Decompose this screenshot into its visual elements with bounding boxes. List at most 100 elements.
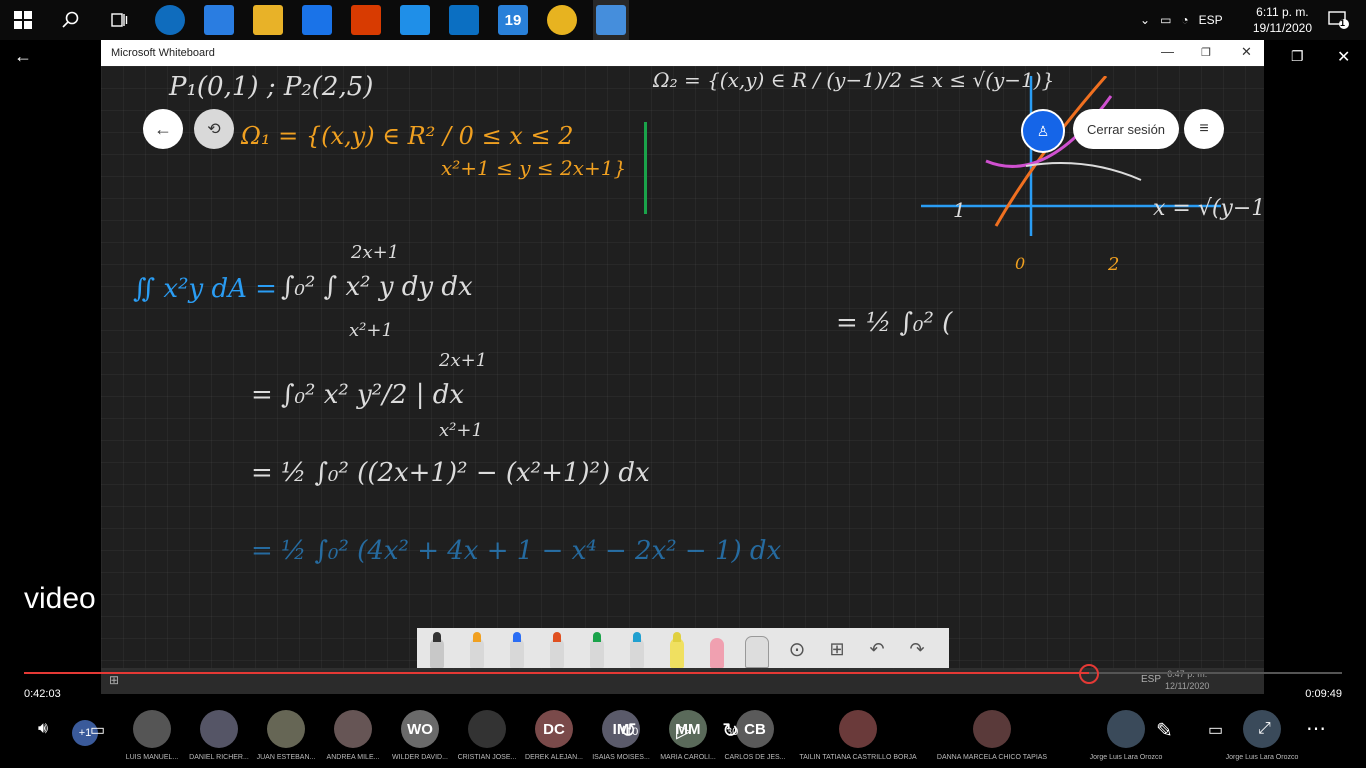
featured-participant: Jorge Luis Lara Orozco [1090, 710, 1162, 761]
notification-icon[interactable]: 1 [1328, 10, 1350, 30]
wb-restore-icon[interactable]: ❐ [1201, 46, 1211, 59]
file-explorer-icon[interactable] [253, 5, 283, 35]
line4-text: = ½ ∫₀² (4x² + 4x + 1 − x⁴ − 2x² − 1) dx [251, 536, 782, 566]
play-icon[interactable]: ▷ [676, 718, 691, 743]
notification-count: 1 [1340, 18, 1346, 28]
wb-minimize-icon[interactable]: — [1161, 44, 1174, 59]
avatar [839, 710, 877, 748]
graph-label-2: 2 [1108, 254, 1120, 275]
store-icon[interactable] [204, 5, 234, 35]
task-view-icon[interactable] [104, 5, 134, 35]
participant-name: CARLOS DE JES... [724, 754, 786, 761]
progress-fill [24, 672, 1089, 674]
pen-yellow[interactable] [460, 630, 494, 668]
chevron-up-icon[interactable]: ⌄ [1140, 13, 1150, 27]
subtitles-icon[interactable]: ▭ [90, 720, 105, 740]
skip-back-label: 10 [626, 726, 639, 738]
search-icon[interactable] [56, 5, 86, 35]
graph-curve-label: x = √(y−1) [1153, 196, 1264, 221]
participant-name: CRISTIAN JOSE... [457, 754, 517, 761]
participant-name: ANDREA MILE... [326, 754, 380, 761]
language-indicator[interactable]: ESP [1199, 13, 1223, 27]
wifi-icon[interactable]: ◔ [1181, 13, 1188, 27]
more-options-icon[interactable]: ⋯ [1306, 716, 1326, 741]
battery-icon[interactable]: ▭ [1160, 13, 1171, 27]
office-icon[interactable] [351, 5, 381, 35]
avatar [1107, 710, 1145, 748]
participant-name: Jorge Luis Lara Orozco [1089, 754, 1163, 761]
line2-lower: x²+1 [439, 420, 483, 441]
miniplayer-icon[interactable]: ▭ [1208, 720, 1223, 740]
pen-cyan[interactable] [620, 630, 654, 668]
region1-text: Ω₁ = {(x,y) ∈ R² / 0 ≤ x ≤ 2 [241, 122, 574, 150]
remaining-time: 0:09:49 [1305, 688, 1342, 700]
avatar [468, 710, 506, 748]
signout-button[interactable]: Cerrar sesión [1073, 109, 1180, 149]
whiteboard-title: Microsoft Whiteboard [111, 47, 215, 59]
user-avatar-button[interactable]: ♙ [1021, 109, 1065, 153]
highlighter[interactable] [660, 630, 694, 668]
whiteboard-titlebar: Microsoft Whiteboard — ❐ ✕ [101, 40, 1264, 66]
participant-name: MARIA CAROLI... [660, 754, 716, 761]
participant-tile[interactable]: WO WILDER DAVID... [388, 710, 452, 761]
active-app-highlight [593, 0, 629, 40]
menu-button[interactable]: ≡ [1184, 109, 1224, 149]
avatar [973, 710, 1011, 748]
avatar: CB [736, 710, 774, 748]
eraser[interactable] [700, 630, 734, 668]
graph-label-0: 0 [1015, 254, 1026, 273]
line2-upper: 2x+1 [439, 350, 488, 371]
recorded-date: 12/11/2020 [1165, 681, 1210, 691]
participant-name: LUIS MANUEL... [125, 754, 179, 761]
wb-back-button[interactable]: ← [143, 109, 183, 149]
participant-name: Jorge Luis Lara Orozco [1225, 754, 1299, 761]
ruler-tool[interactable] [740, 630, 774, 668]
integral-rhs: ∫₀² ∫ x² y dy dx [281, 272, 473, 302]
participant-tile[interactable]: LUIS MANUEL... [120, 710, 184, 761]
lasso-icon: ⟲ [207, 121, 221, 138]
participant-tile[interactable]: DC DEREK ALEJAN... [522, 710, 586, 761]
upper-limit-1: 2x+1 [351, 242, 400, 263]
participant-name: JUAN ESTEBAN... [256, 754, 316, 761]
clock[interactable]: 6:11 p. m. 19/11/2020 [1253, 4, 1312, 36]
line3-text: = ½ ∫₀² ((2x+1)² − (x²+1)²) dx [251, 458, 650, 488]
participant-tile[interactable]: CRISTIAN JOSE... [455, 710, 519, 761]
undo-icon[interactable]: ↶ [860, 630, 894, 668]
wb-close-icon[interactable]: ✕ [1241, 44, 1252, 60]
green-divider [644, 122, 647, 214]
mail-icon[interactable] [302, 5, 332, 35]
right-expression: = ½ ∫₀² ( [836, 308, 953, 338]
chrome-icon[interactable] [547, 5, 577, 35]
canvas[interactable]: P₁(0,1) ; P₂(2,5) Ω₁ = {(x,y) ∈ R² / 0 ≤… [101, 66, 1264, 670]
participant-name: WILDER DAVID... [392, 754, 448, 761]
participant-name: DANIEL RICHER... [189, 754, 249, 761]
line2-text: = ∫₀² x² y²/2 | dx [251, 380, 465, 410]
pen-icon[interactable]: ✎ [1156, 718, 1173, 743]
restore-icon[interactable]: ❐ [1291, 48, 1304, 65]
participant-name: DEREK ALEJAN... [525, 754, 583, 761]
redo-icon[interactable]: ↷ [900, 630, 934, 668]
pen-orange[interactable] [540, 630, 574, 668]
participant-tile[interactable]: DANIEL RICHER... [187, 710, 251, 761]
pen-blue[interactable] [500, 630, 534, 668]
app-19-icon[interactable]: 19 [498, 5, 528, 35]
add-icon[interactable]: ⊞ [820, 630, 854, 668]
back-arrow-icon[interactable]: ← [14, 46, 32, 67]
progress-knob[interactable] [1079, 664, 1099, 684]
volume-icon[interactable]: 🔊︎ [38, 720, 48, 738]
participant-name: ISAIAS MOISES... [592, 754, 650, 761]
windows-start-icon[interactable] [8, 5, 38, 35]
lasso-tool[interactable]: ⊙ [780, 630, 814, 668]
phone-icon[interactable] [400, 5, 430, 35]
participant-tile[interactable]: ANDREA MILE... [321, 710, 385, 761]
vscode-icon[interactable] [449, 5, 479, 35]
fullscreen-icon[interactable]: ⤢ [1258, 720, 1271, 738]
wb-undo-button[interactable]: ⟲ [194, 109, 234, 149]
participant-tile[interactable]: JUAN ESTEBAN... [254, 710, 318, 761]
whiteboard-window: Microsoft Whiteboard — ❐ ✕ P₁(0,1) ; P₂(… [101, 40, 1264, 670]
recorded-start-icon: ⊞ [109, 673, 120, 687]
select-tool[interactable] [420, 630, 454, 668]
close-icon[interactable]: ✕ [1337, 47, 1350, 67]
edge-icon[interactable] [155, 5, 185, 35]
pen-green[interactable] [580, 630, 614, 668]
